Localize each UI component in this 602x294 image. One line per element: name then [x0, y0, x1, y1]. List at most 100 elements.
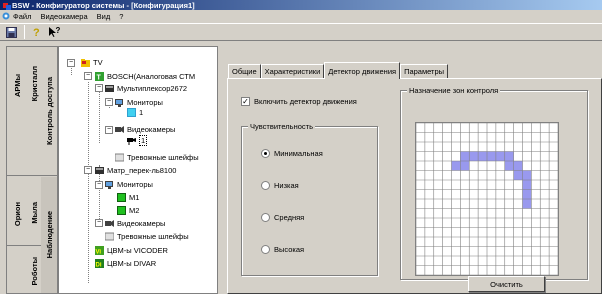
expand-toggle[interactable]: − [95, 181, 103, 189]
menu-help[interactable]: ? [119, 12, 123, 21]
tree-node-camera1[interactable]: 1 [127, 134, 148, 146]
zone-cell-selected[interactable] [504, 151, 514, 162]
expand-toggle[interactable]: − [67, 59, 75, 67]
nav-kristall[interactable]: Кристалл [27, 51, 41, 117]
enable-motion-checkbox[interactable]: ✓ [241, 97, 250, 106]
monitor-icon [127, 107, 136, 117]
tree-node-label: ЦВМ-ы VICODER [107, 245, 168, 255]
expand-toggle[interactable]: − [95, 219, 103, 227]
tree-node-matrix2[interactable]: Матр_перек-ль8100 [95, 165, 176, 175]
tree-node-m1[interactable]: M1 [117, 192, 139, 202]
tree-node-monitor1[interactable]: 1 [127, 107, 143, 117]
zone-cell-selected[interactable] [522, 189, 532, 200]
tab-parameters[interactable]: Параметры [400, 64, 449, 78]
tab-strip: Общие Характеристики Детектор движения П… [228, 62, 449, 79]
expand-toggle[interactable]: − [105, 126, 113, 134]
tree-node-root[interactable]: TV [81, 57, 103, 67]
expand-toggle[interactable]: − [105, 98, 113, 106]
tree-node-alarms1[interactable]: Тревожные шлейфы [115, 152, 199, 162]
vertical-nav: АРМы Кристалл Контроль доступа Орион Мыл… [6, 46, 58, 294]
toolbar-separator [24, 25, 25, 39]
menu-bar: Файл Видеокамера Вид ? [0, 10, 602, 22]
nav-orion[interactable]: Орион [7, 187, 27, 241]
tree-node-monitors1[interactable]: Мониторы [115, 97, 163, 107]
zone-cell-selected[interactable] [478, 151, 487, 162]
tree-node-vicoder[interactable]: Vi ЦВМ-ы VICODER [95, 245, 168, 255]
app-icon [3, 2, 11, 10]
tree-node-cameras2[interactable]: Видеокамеры [105, 218, 165, 228]
zone-grid-canvas[interactable] [416, 123, 558, 275]
sensitivity-high[interactable]: Высокая [261, 245, 304, 254]
nav-arms[interactable]: АРМы [7, 57, 27, 113]
nav-access-control[interactable]: Контроль доступа [41, 51, 57, 171]
help-icon: ? [33, 27, 40, 38]
save-button[interactable] [3, 25, 19, 40]
expand-toggle[interactable]: − [84, 166, 92, 174]
sensitivity-low[interactable]: Низкая [261, 181, 299, 190]
tab-general[interactable]: Общие [228, 64, 261, 78]
nav-robots[interactable]: Роботы [27, 247, 41, 294]
tree-node-cameras1[interactable]: Видеокамеры [115, 124, 175, 134]
monitor-icon [117, 192, 126, 202]
tree-node-m2[interactable]: M2 [117, 205, 139, 215]
enable-motion-detector[interactable]: ✓ Включить детектор движения [241, 97, 357, 106]
menu-file[interactable]: Файл [2, 12, 31, 21]
nav-arms-label: АРМы [12, 73, 22, 97]
zone-cell-selected[interactable] [513, 161, 523, 171]
properties-panel: Общие Характеристики Детектор движения П… [218, 46, 602, 294]
radio-medium[interactable] [261, 213, 270, 222]
radio-low[interactable] [261, 181, 270, 190]
sensitivity-minimal[interactable]: Минимальная [261, 149, 323, 158]
menu-view[interactable]: Вид [97, 12, 111, 21]
clear-button[interactable]: Очистить [468, 276, 545, 292]
save-icon [5, 26, 17, 38]
nav-observation-label: Наблюдение [44, 211, 54, 259]
radio-minimal[interactable] [261, 149, 270, 158]
expand-toggle[interactable]: − [84, 72, 92, 80]
zone-cell-selected[interactable] [495, 151, 505, 162]
radio-high[interactable] [261, 245, 270, 254]
tree-node-divar[interactable]: Di ЦВМ-ы DIVAR [95, 258, 156, 268]
help-button[interactable]: ? [28, 25, 44, 40]
sensitivity-low-label: Низкая [274, 181, 299, 190]
zone-cell-selected[interactable] [487, 151, 496, 162]
tree-node-alarms2[interactable]: Тревожные шлейфы [105, 231, 189, 241]
tab-motion-detector[interactable]: Детектор движения [324, 62, 401, 79]
zone-cell-selected[interactable] [522, 170, 532, 181]
nav-kristall-label: Кристалл [29, 66, 39, 102]
tree-node-monitors2[interactable]: Мониторы [105, 179, 153, 189]
zone-cell-selected[interactable] [522, 199, 532, 209]
app-menu-icon [2, 12, 10, 20]
monitors-folder-icon [105, 180, 113, 189]
zone-cell-selected[interactable] [460, 151, 470, 162]
tree-node-mux[interactable]: Мультиплексор2672 [105, 83, 187, 93]
monitor-icon [117, 205, 126, 215]
tab-characteristics[interactable]: Характеристики [260, 64, 325, 78]
sensitivity-high-label: Высокая [274, 245, 305, 254]
tree-node-matrix1[interactable]: T BOSCH(Аналоговая СТМ [95, 71, 195, 81]
whats-this-button[interactable]: ? [46, 25, 62, 40]
tree-node-label: Мониторы [117, 179, 153, 189]
menu-camera[interactable]: Видеокамера [40, 12, 87, 21]
sensitivity-minimal-label: Минимальная [274, 149, 323, 158]
camera-icon [127, 137, 136, 145]
zone-cell-selected[interactable] [522, 180, 532, 190]
nav-observation[interactable]: Наблюдение [41, 177, 57, 293]
tree-node-label: Мультиплексор2672 [117, 83, 188, 93]
zone-cell-selected[interactable] [451, 161, 461, 171]
tree-node-label: Видеокамеры [127, 124, 176, 134]
zone-cell-selected[interactable] [460, 161, 470, 171]
sensitivity-group: Чувствительность Минимальная Низкая Сред… [241, 122, 378, 276]
expand-toggle[interactable]: − [95, 84, 103, 92]
cameras-folder-icon [105, 219, 114, 227]
title-bar: BSW - Конфигуратор системы - [Конфигурац… [0, 0, 602, 10]
tree-node-label: 1 [139, 134, 148, 146]
enable-motion-label: Включить детектор движения [254, 97, 357, 106]
zone-grid[interactable] [415, 122, 559, 276]
sensitivity-medium[interactable]: Средняя [261, 213, 304, 222]
nav-myla[interactable]: Мыла [27, 183, 41, 243]
zone-cell-selected[interactable] [469, 151, 479, 162]
zone-cell-selected[interactable] [504, 161, 514, 171]
svg-text:?: ? [33, 27, 40, 38]
zone-cell-selected[interactable] [513, 170, 523, 181]
